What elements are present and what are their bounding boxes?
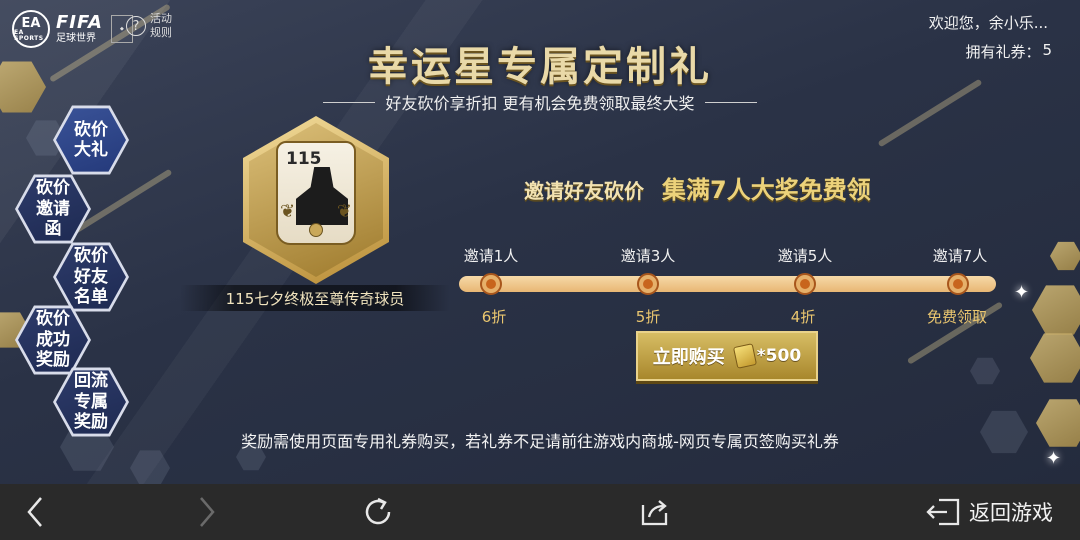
menu-item-success-reward[interactable]: 砍价成功奖励: [15, 305, 91, 375]
player-rating: 115: [286, 149, 322, 169]
menu-item-label: 砍价大礼: [74, 119, 108, 160]
subtitle-row: 好友砍价享折扣 更有机会免费领取最终大奖: [0, 90, 1080, 114]
back-button[interactable]: [14, 484, 56, 540]
prize-caption: 115七夕终极至尊传奇球员: [225, 289, 405, 308]
decor-hexagon: [130, 450, 170, 484]
progress-node: [794, 273, 816, 295]
browser-navbar: 返回游戏: [0, 484, 1080, 540]
chevron-right-icon: [200, 497, 215, 527]
step-label: 邀请1人: [463, 247, 519, 265]
step-label: 邀请3人: [620, 247, 676, 265]
progress-node: [947, 273, 969, 295]
menu-item-bargain-gift[interactable]: 砍价大礼: [53, 105, 129, 175]
player-card[interactable]: 115 ❦ ❦: [276, 141, 356, 245]
menu-item-label: 砍价邀请函: [36, 178, 70, 240]
menu-item-label: 砍价成功奖励: [36, 309, 70, 371]
page-subtitle: 好友砍价享折扣 更有机会免费领取最终大奖: [385, 94, 695, 113]
decor-hexagon: [1050, 241, 1080, 271]
page-title: 幸运星专属定制礼: [368, 43, 712, 90]
buy-now-label: 立即购买: [652, 347, 725, 368]
progress-node: [480, 273, 502, 295]
invite-headline: 邀请好友砍价 集满7人大奖免费领: [524, 170, 871, 205]
decor-hexagon: [970, 357, 1000, 385]
step-reward: 5折: [635, 308, 661, 326]
step-reward: 免费领取: [926, 308, 988, 326]
menu-item-label: 回流专属奖励: [74, 371, 108, 433]
step-label: 邀请7人: [932, 247, 988, 265]
menu-item-label: 砍价好友名单: [74, 246, 108, 308]
refresh-button[interactable]: [356, 484, 400, 540]
decor-hexagon: [1030, 333, 1080, 383]
forward-button[interactable]: [186, 484, 228, 540]
activity-page: ✦ ✦ EA EA SPORTS FIFA 足球世界 ◆ ? 活动规则 欢迎您，余…: [0, 0, 1080, 484]
exit-icon: [926, 498, 960, 526]
purchase-notice: 奖励需使用页面专用礼券购买，若礼券不足请前往游戏内商城-网页专属页签购买礼券: [241, 432, 839, 451]
share-button[interactable]: [632, 484, 676, 540]
invite-highlight-text: 集满7人大奖免费领: [662, 176, 871, 204]
buy-cost: *500: [756, 346, 802, 366]
card-emblem-icon: [309, 223, 323, 237]
laurel-icon: ❦: [336, 201, 352, 222]
decor-hexagon: [1032, 285, 1080, 335]
return-to-game-label: 返回游戏: [969, 501, 1053, 525]
step-reward: 4折: [790, 308, 816, 326]
return-to-game-button[interactable]: 返回游戏: [916, 484, 1062, 540]
sparkle-icon: ✦: [1014, 282, 1030, 303]
menu-item-invitation[interactable]: 砍价邀请函: [15, 174, 91, 244]
step-reward: 6折: [481, 308, 507, 326]
coupon-ticket-icon: [732, 343, 757, 369]
chevron-left-icon: [27, 497, 42, 527]
laurel-icon: ❦: [280, 201, 296, 222]
invite-headline-text: 邀请好友砍价: [524, 179, 644, 203]
progress-node: [637, 273, 659, 295]
menu-item-friend-list[interactable]: 砍价好友名单: [53, 242, 129, 312]
step-label: 邀请5人: [777, 247, 833, 265]
refresh-icon: [365, 497, 391, 525]
buy-now-button[interactable]: 立即购买 *500: [636, 331, 818, 381]
divider: [323, 101, 376, 103]
share-icon: [641, 500, 668, 526]
prize-caption-bar: 115七夕终极至尊传奇球员: [180, 285, 450, 311]
welcome-text: 欢迎您，余小乐...: [928, 14, 1048, 32]
invite-progress-bar: [459, 276, 996, 292]
brand-name: FIFA: [56, 12, 103, 33]
divider: [704, 101, 757, 103]
